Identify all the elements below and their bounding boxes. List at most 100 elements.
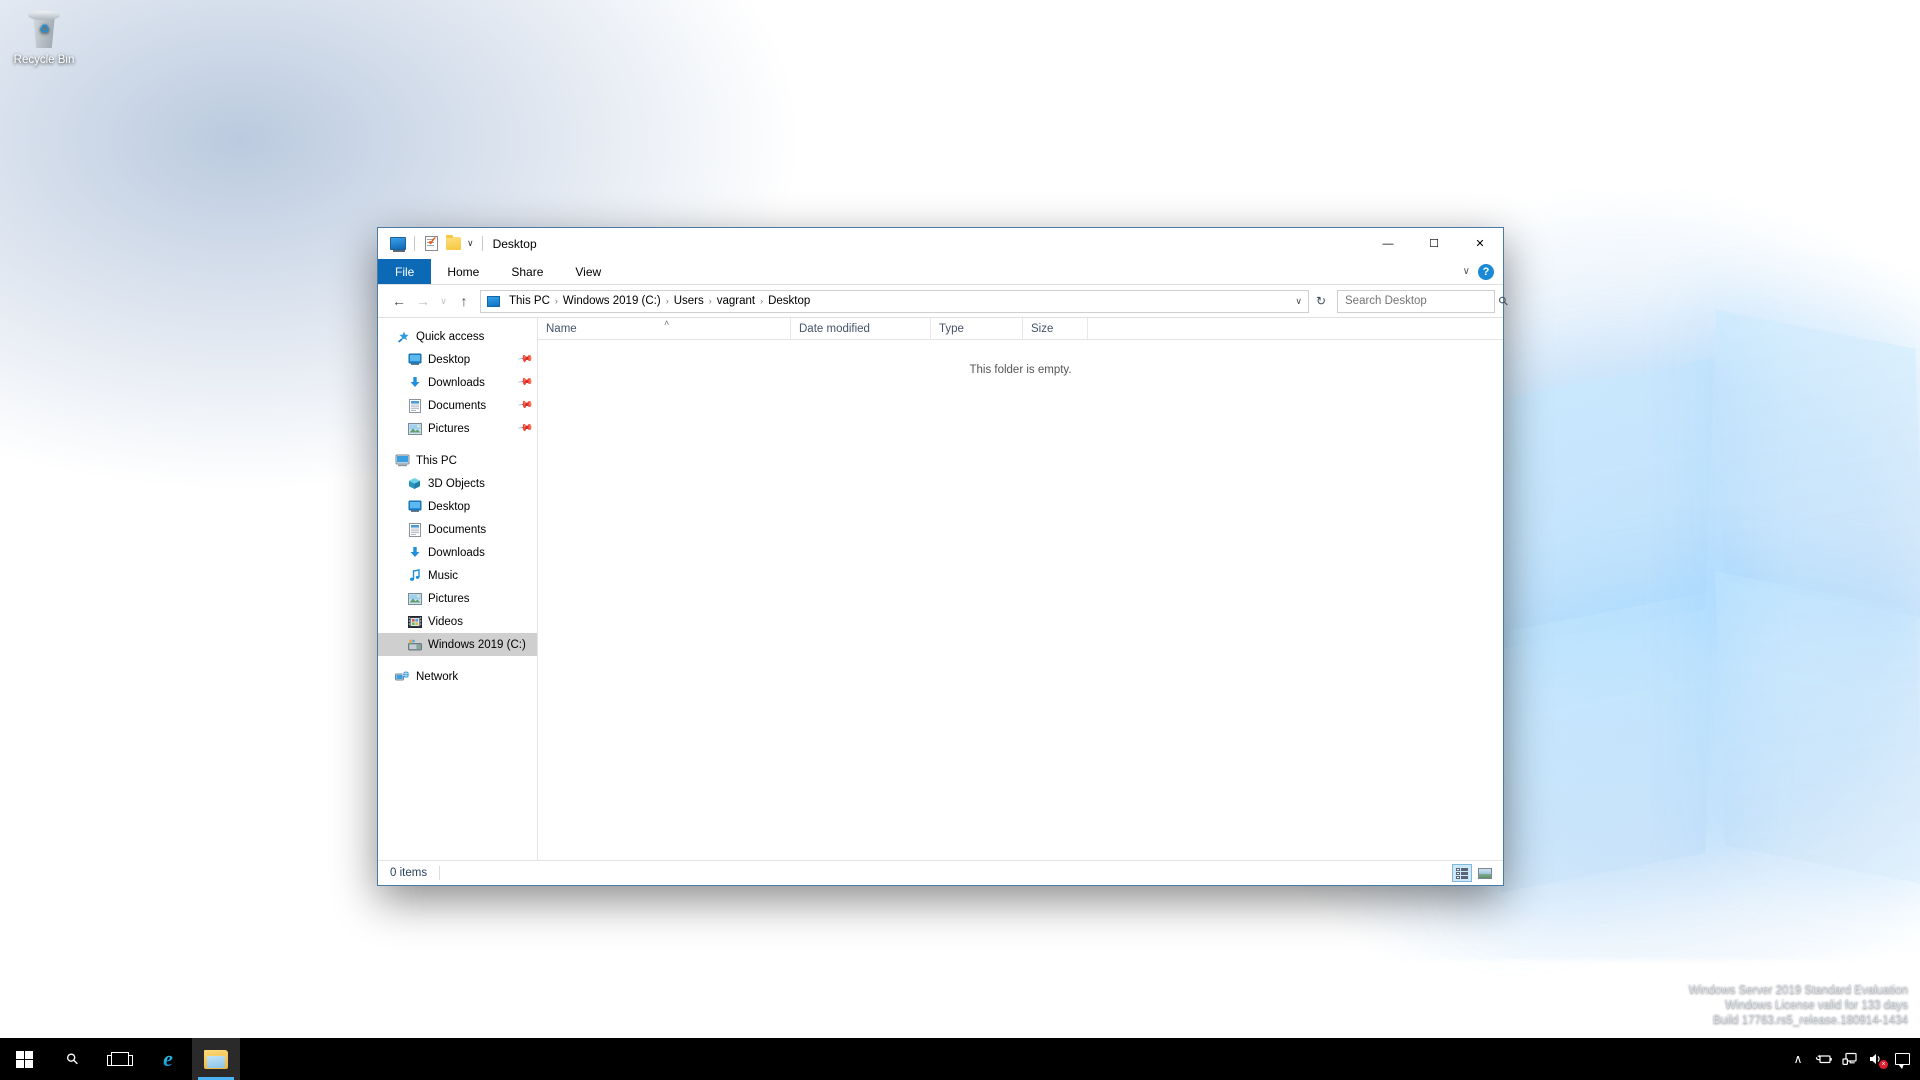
sidebar-item-label: Windows 2019 (C:) — [428, 638, 526, 651]
sidebar-item-documents[interactable]: Documents — [378, 518, 537, 541]
breadcrumb-item-this-pc[interactable]: This PC — [505, 294, 554, 308]
sidebar-item-downloads-qa[interactable]: Downloads 📌 — [378, 371, 537, 394]
forward-button[interactable]: → — [412, 290, 434, 312]
pin-icon[interactable]: 📌 — [516, 397, 533, 413]
large-icons-view-button[interactable] — [1475, 864, 1495, 882]
sidebar-item-windows-2019-c[interactable]: Windows 2019 (C:) — [378, 633, 537, 656]
chevron-down-icon[interactable]: ∨ — [1295, 296, 1302, 307]
breadcrumb-item-users[interactable]: Users — [670, 294, 708, 308]
chevron-down-icon[interactable]: ∨ — [1463, 266, 1470, 277]
tab-file[interactable]: File — [378, 259, 432, 284]
large-icons-view-icon — [1478, 867, 1492, 879]
sidebar-item-label: Documents — [428, 399, 487, 412]
file-explorer-button[interactable] — [192, 1038, 240, 1080]
wallpaper-pane — [1500, 591, 1715, 893]
column-label: Name — [546, 322, 577, 335]
internet-explorer-icon: e — [163, 1046, 173, 1071]
sidebar-item-downloads[interactable]: Downloads — [378, 541, 537, 564]
desktop-icon-recycle-bin[interactable]: ♻ Recycle Bin — [6, 8, 82, 66]
pin-icon[interactable]: 📌 — [516, 351, 533, 367]
customize-qat-icon[interactable]: ∨ — [464, 238, 477, 249]
search-input[interactable] — [1345, 295, 1499, 307]
column-header-name[interactable]: ˄ Name — [538, 318, 791, 339]
star-pin-icon — [394, 330, 411, 344]
sort-ascending-icon: ˄ — [664, 318, 670, 328]
search-icon: ⚲ — [62, 1049, 83, 1070]
action-center-button[interactable] — [1890, 1038, 1914, 1080]
sidebar-item-documents-qa[interactable]: Documents 📌 — [378, 394, 537, 417]
drive-icon — [406, 639, 423, 651]
window-body: Quick access Desktop 📌 Downloads 📌 Docum… — [378, 317, 1503, 860]
sidebar-item-label: Videos — [428, 615, 463, 628]
column-header-date-modified[interactable]: Date modified — [791, 318, 931, 339]
sidebar-group-quick-access[interactable]: Quick access — [378, 325, 537, 348]
column-header-size[interactable]: Size — [1023, 318, 1088, 339]
minimize-button[interactable]: — — [1365, 228, 1411, 259]
taskbar: ⚲ e ∧ × — [0, 1038, 1920, 1080]
sidebar-item-label: Desktop — [428, 353, 471, 366]
tab-home[interactable]: Home — [431, 259, 495, 284]
status-bar: 0 items — [378, 860, 1503, 885]
pictures-icon — [406, 422, 423, 435]
window-title-bar[interactable]: ∨ Desktop — ☐ ✕ — [378, 228, 1503, 259]
column-headers: ˄ Name Date modified Type Size — [538, 318, 1503, 340]
start-button[interactable] — [0, 1038, 48, 1080]
sidebar-item-3d-objects[interactable]: 3D Objects — [378, 472, 537, 495]
up-button[interactable]: ↑ — [453, 290, 475, 312]
new-folder-icon[interactable] — [442, 233, 464, 255]
sidebar-group-label: This PC — [416, 454, 457, 467]
window-controls: — ☐ ✕ — [1365, 228, 1503, 259]
system-tray: ∧ × — [1786, 1038, 1920, 1080]
desktop-icon — [406, 353, 423, 366]
tab-view[interactable]: View — [559, 259, 617, 284]
downloads-icon — [406, 376, 423, 389]
task-view-button[interactable] — [96, 1038, 144, 1080]
column-header-type[interactable]: Type — [931, 318, 1023, 339]
search-box[interactable]: ⚲ — [1337, 289, 1511, 313]
network-icon[interactable] — [1838, 1038, 1862, 1080]
pin-icon[interactable]: 📌 — [516, 374, 533, 390]
sidebar-item-desktop-qa[interactable]: Desktop 📌 — [378, 348, 537, 371]
this-pc-icon — [487, 295, 500, 307]
file-list-pane: ˄ Name Date modified Type Size This fold… — [538, 318, 1503, 860]
recent-locations-icon[interactable]: ∨ — [436, 290, 451, 312]
sidebar-item-videos[interactable]: Videos — [378, 610, 537, 633]
divider — [439, 866, 441, 880]
help-icon[interactable]: ? — [1478, 263, 1494, 280]
refresh-button[interactable]: ↻ — [1311, 294, 1331, 308]
close-button[interactable]: ✕ — [1457, 228, 1503, 259]
sidebar-item-label: Music — [428, 569, 459, 582]
sidebar-item-label: Pictures — [428, 592, 470, 605]
volume-icon[interactable]: × — [1864, 1038, 1888, 1080]
wallpaper-pane — [1715, 571, 1920, 885]
sidebar-item-pictures-qa[interactable]: Pictures 📌 — [378, 417, 537, 440]
tab-share[interactable]: Share — [495, 259, 559, 284]
properties-icon[interactable] — [420, 233, 442, 255]
explorer-system-icon[interactable] — [387, 233, 409, 255]
sidebar-item-desktop[interactable]: Desktop — [378, 495, 537, 518]
battery-icon[interactable] — [1812, 1038, 1836, 1080]
3d-objects-icon — [406, 477, 423, 490]
breadcrumb[interactable]: This PC › Windows 2019 (C:) › Users › va… — [480, 289, 1309, 313]
internet-explorer-button[interactable]: e — [144, 1038, 192, 1080]
sidebar-item-pictures[interactable]: Pictures — [378, 587, 537, 610]
divider — [481, 236, 483, 251]
search-button[interactable]: ⚲ — [48, 1038, 96, 1080]
sidebar-group-network[interactable]: Network — [378, 665, 537, 688]
details-view-button[interactable] — [1452, 864, 1472, 882]
pin-icon[interactable]: 📌 — [516, 420, 533, 436]
sidebar-item-music[interactable]: Music — [378, 564, 537, 587]
breadcrumb-item-vagrant[interactable]: vagrant — [713, 294, 759, 308]
windows-logo-icon — [15, 1050, 33, 1068]
breadcrumb-item-desktop[interactable]: Desktop — [764, 294, 814, 308]
back-button[interactable]: ← — [388, 290, 410, 312]
ribbon-controls: ∨ ? — [1463, 259, 1503, 284]
breadcrumb-item-windows-2019-c[interactable]: Windows 2019 (C:) — [559, 294, 665, 308]
maximize-button[interactable]: ☐ — [1411, 228, 1457, 259]
divider — [414, 236, 415, 251]
show-hidden-icons-button[interactable]: ∧ — [1786, 1038, 1810, 1080]
window-title: Desktop — [492, 236, 537, 251]
sidebar-group-this-pc[interactable]: This PC — [378, 449, 537, 472]
notification-icon — [1894, 1053, 1910, 1069]
